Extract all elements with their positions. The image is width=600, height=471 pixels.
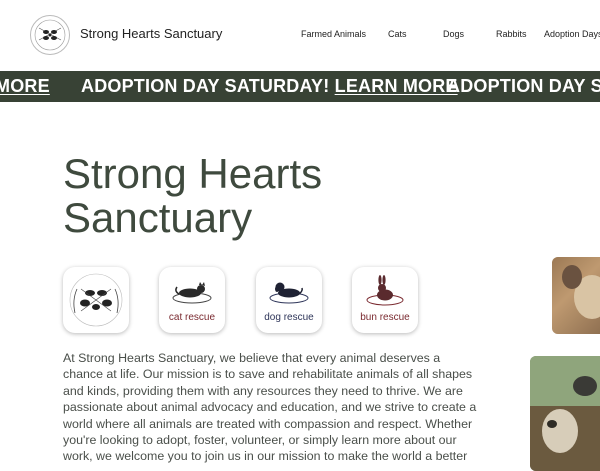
rabbit-photo-image bbox=[552, 257, 600, 334]
nav-adoption-days[interactable]: Adoption Days bbox=[544, 29, 600, 39]
site-header: Strong Hearts Sanctuary Farmed Animals C… bbox=[0, 0, 600, 70]
nav-rabbits[interactable]: Rabbits bbox=[496, 29, 527, 39]
banner-segment: MORE bbox=[0, 76, 50, 97]
dog-icon bbox=[269, 282, 309, 304]
announcement-banner: MORE ADOPTION DAY SATURDAY! LEARN MORE A… bbox=[0, 71, 600, 102]
sanctuary-logo-icon[interactable] bbox=[30, 15, 70, 55]
banner-segment: ADOPTION DAY SATURDAY! LEARN MORE bbox=[81, 76, 458, 97]
farm-sanctuary-badge[interactable] bbox=[63, 267, 129, 333]
cat-rescue-badge[interactable]: cat rescue bbox=[159, 267, 225, 333]
rabbit-icon bbox=[366, 275, 404, 306]
nav-farmed-animals[interactable]: Farmed Animals bbox=[301, 29, 366, 39]
farm-animals-icon bbox=[69, 273, 123, 327]
banner-text: ADOPTION DAY SATURDAY! bbox=[81, 76, 335, 96]
learn-more-link[interactable]: LEARN MORE bbox=[335, 76, 458, 96]
farm-photo-image bbox=[530, 356, 600, 471]
farm-photo[interactable] bbox=[530, 356, 600, 471]
banner-segment: ADOPTION DAY SAT bbox=[447, 76, 600, 97]
rabbit-photo[interactable] bbox=[552, 257, 600, 334]
dog-rescue-badge[interactable]: dog rescue bbox=[256, 267, 322, 333]
badge-label: dog rescue bbox=[264, 312, 314, 323]
nav-cats[interactable]: Cats bbox=[388, 29, 407, 39]
brand-name[interactable]: Strong Hearts Sanctuary bbox=[80, 26, 222, 41]
badge-label: bun rescue bbox=[360, 312, 410, 323]
learn-more-link[interactable]: MORE bbox=[0, 76, 50, 96]
page-title: Strong Hearts Sanctuary bbox=[63, 150, 323, 241]
banner-text: ADOPTION DAY SAT bbox=[447, 76, 600, 96]
bun-rescue-badge[interactable]: bun rescue bbox=[352, 267, 418, 333]
intro-paragraph: At Strong Hearts Sanctuary, we believe t… bbox=[63, 351, 477, 464]
cat-icon bbox=[172, 282, 212, 304]
badge-label: cat rescue bbox=[168, 312, 216, 323]
nav-dogs[interactable]: Dogs bbox=[443, 29, 464, 39]
